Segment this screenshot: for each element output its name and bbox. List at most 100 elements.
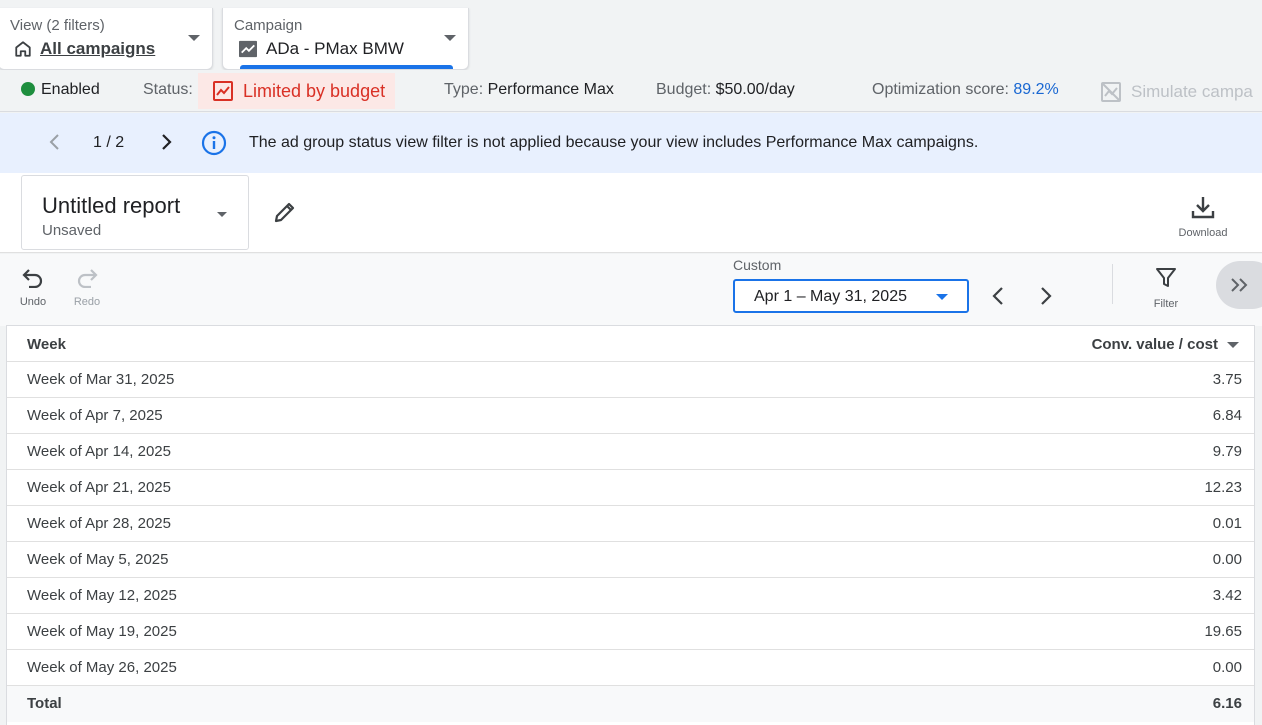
- value-cell: 0.01: [1212, 515, 1242, 532]
- chevron-right-icon[interactable]: [159, 133, 173, 151]
- next-period-icon[interactable]: [1038, 286, 1054, 306]
- chevron-left-icon[interactable]: [48, 133, 62, 151]
- optimization-value: 89.2%: [1013, 81, 1059, 98]
- date-range-caption: Custom: [733, 257, 782, 273]
- expand-panel-button[interactable]: [1216, 261, 1262, 309]
- campaign-selector-caption: Campaign: [234, 17, 303, 34]
- table-row: Week of Mar 31, 2025 3.75: [7, 362, 1254, 398]
- date-range-value: Apr 1 – May 31, 2025: [754, 288, 907, 305]
- table-row: Week of May 19, 2025 19.65: [7, 614, 1254, 650]
- previous-period-icon[interactable]: [990, 286, 1006, 306]
- report-table: Week Conv. value / cost Week of Mar 31, …: [6, 325, 1255, 725]
- week-cell: Week of Apr 14, 2025: [27, 443, 171, 460]
- status-value: Limited by budget: [243, 80, 386, 101]
- type-info: Type: Performance Max: [444, 81, 614, 99]
- table-header-row: Week Conv. value / cost: [7, 326, 1254, 362]
- table-row: Week of Apr 28, 2025 0.01: [7, 506, 1254, 542]
- budget-value: $50.00/day: [715, 81, 795, 98]
- value-cell: 0.00: [1212, 551, 1242, 568]
- double-chevron-right-icon: [1231, 278, 1248, 292]
- chevron-down-icon: [936, 294, 948, 300]
- table-row: Week of Apr 21, 2025 12.23: [7, 470, 1254, 506]
- download-icon: [1191, 197, 1215, 219]
- value-cell: 3.75: [1212, 371, 1242, 388]
- table-total-row: Total 6.16: [7, 686, 1254, 722]
- campaign-selector-value: ADa - PMax BMW: [266, 39, 404, 58]
- type-value: Performance Max: [487, 81, 614, 98]
- trending-icon: [239, 40, 257, 58]
- report-subtitle: Unsaved: [42, 222, 102, 239]
- home-icon: [15, 41, 31, 57]
- table-row: Week of May 12, 2025 3.42: [7, 578, 1254, 614]
- optimization-score[interactable]: Optimization score: 89.2%: [872, 81, 1059, 99]
- enabled-dot-icon: [21, 82, 35, 96]
- total-value: 6.16: [1212, 695, 1242, 712]
- table-row: Week of Apr 14, 2025 9.79: [7, 434, 1254, 470]
- status-label: Status:: [143, 81, 193, 98]
- banner-pager: 1 / 2: [93, 134, 125, 151]
- value-cell: 0.00: [1212, 659, 1242, 676]
- simulate-icon: [1101, 82, 1121, 102]
- optimization-label: Optimization score:: [872, 81, 1009, 98]
- redo-label: Redo: [73, 296, 101, 308]
- campaign-status-bar: Enabled Status: Limited by budget Type: …: [0, 70, 1262, 112]
- redo-icon: [77, 269, 98, 289]
- week-cell: Week of Apr 21, 2025: [27, 479, 171, 496]
- chevron-down-icon[interactable]: [188, 35, 200, 41]
- limited-by-budget-badge[interactable]: Limited by budget: [198, 73, 396, 109]
- view-selector-caption: View (2 filters): [10, 17, 105, 34]
- value-cell: 9.79: [1212, 443, 1242, 460]
- week-cell: Week of May 5, 2025: [27, 551, 169, 568]
- value-cell: 12.23: [1204, 479, 1242, 496]
- campaign-selector[interactable]: Campaign ADa - PMax BMW: [222, 8, 469, 70]
- filter-button[interactable]: Filter: [1146, 266, 1186, 310]
- table-row: Week of May 5, 2025 0.00: [7, 542, 1254, 578]
- week-cell: Week of Apr 7, 2025: [27, 407, 163, 424]
- week-cell: Week of May 26, 2025: [27, 659, 177, 676]
- week-cell: Week of May 19, 2025: [27, 623, 177, 640]
- toolbar-divider: [1112, 264, 1113, 304]
- week-cell: Week of May 12, 2025: [27, 587, 177, 604]
- top-selector-bar: View (2 filters) All campaigns Campaign …: [0, 0, 1262, 70]
- banner-message: The ad group status view filter is not a…: [249, 134, 979, 151]
- simulate-campaign-button[interactable]: Simulate campa: [1100, 81, 1253, 103]
- active-indicator: [240, 65, 453, 69]
- report-header: Untitled report Unsaved Download: [0, 173, 1262, 253]
- redo-button[interactable]: Redo: [67, 266, 107, 308]
- value-cell: 3.42: [1212, 587, 1242, 604]
- chevron-down-icon[interactable]: [217, 212, 227, 217]
- view-selector[interactable]: View (2 filters) All campaigns: [0, 8, 213, 70]
- report-title: Untitled report: [42, 193, 181, 218]
- enabled-status[interactable]: Enabled: [21, 81, 100, 99]
- undo-icon: [22, 269, 43, 289]
- undo-label: Undo: [19, 296, 47, 308]
- edit-pencil-icon[interactable]: [272, 199, 298, 225]
- table-row: Week of Apr 7, 2025 6.84: [7, 398, 1254, 434]
- week-cell: Week of Mar 31, 2025: [27, 371, 175, 388]
- undo-button[interactable]: Undo: [13, 266, 53, 308]
- report-selector[interactable]: Untitled report Unsaved: [21, 175, 249, 250]
- download-label: Download: [1178, 227, 1228, 239]
- column-header-week[interactable]: Week: [27, 336, 66, 353]
- column-header-conv-value-cost[interactable]: Conv. value / cost: [1092, 336, 1218, 353]
- info-icon: [201, 130, 227, 156]
- type-label: Type:: [444, 81, 484, 98]
- budget-label: Budget:: [656, 81, 712, 98]
- value-cell: 19.65: [1204, 623, 1242, 640]
- view-selector-value[interactable]: All campaigns: [40, 39, 155, 59]
- info-banner: 1 / 2 The ad group status view filter is…: [0, 113, 1262, 173]
- filter-icon: [1156, 268, 1176, 287]
- chevron-down-icon[interactable]: [444, 35, 456, 41]
- total-label: Total: [27, 695, 62, 712]
- date-range-picker[interactable]: Apr 1 – May 31, 2025: [733, 279, 969, 313]
- chart-warning-icon: [213, 81, 233, 101]
- filter-label: Filter: [1153, 298, 1179, 310]
- sort-descending-icon[interactable]: [1227, 342, 1239, 348]
- download-button[interactable]: Download: [1175, 195, 1231, 239]
- budget-info[interactable]: Budget: $50.00/day: [656, 81, 795, 99]
- value-cell: 6.84: [1212, 407, 1242, 424]
- table-row: Week of May 26, 2025 0.00: [7, 650, 1254, 686]
- simulate-label: Simulate campa: [1131, 82, 1253, 101]
- enabled-label: Enabled: [41, 81, 100, 98]
- week-cell: Week of Apr 28, 2025: [27, 515, 171, 532]
